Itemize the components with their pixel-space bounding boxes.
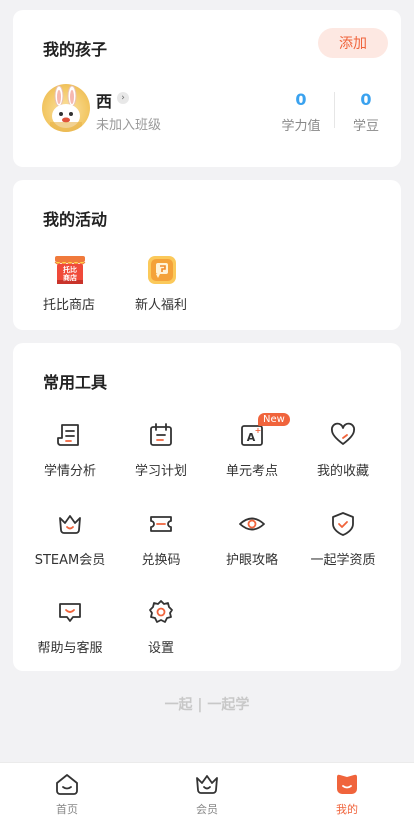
stat-value: 0 — [360, 90, 372, 109]
heart-icon — [331, 422, 355, 445]
tool-label: STEAM会员 — [34, 553, 106, 568]
nav-label: 会员 — [196, 803, 218, 816]
child-class-status: 未加入班级 — [96, 118, 162, 133]
eye-icon — [239, 517, 265, 531]
nav-item-mine[interactable]: 我的 — [317, 771, 377, 817]
nav-label: 首页 — [56, 803, 78, 816]
tool-label: 学习计划 — [134, 464, 187, 479]
stat-value: 0 — [295, 90, 307, 109]
common-tools-card: 常用工具 学情分析 学习计划 New A + 单元考点 我的收藏 STEAM会员… — [13, 343, 401, 671]
tool-qualification[interactable]: 一起学资质 — [299, 510, 387, 568]
ticket-icon — [150, 516, 172, 532]
report-icon — [57, 424, 79, 446]
gift-icon — [144, 252, 178, 286]
tool-unit-exam-points[interactable]: New A + 单元考点 — [208, 413, 296, 479]
stat-xueli[interactable]: 0 学力值 — [279, 90, 323, 134]
bottom-nav: 首页 会员 我的 — [0, 762, 414, 822]
tool-eye-care-guide[interactable]: 护眼攻略 — [208, 510, 296, 568]
bunny-avatar-icon — [50, 85, 82, 132]
my-activities-card: 我的活动 托比 商店 托比商店 新人福利 — [13, 180, 401, 330]
activity-label: 托比商店 — [42, 298, 95, 313]
stat-divider — [334, 92, 335, 128]
shop-icon-text-bottom: 商店 — [63, 273, 77, 282]
my-activities-title: 我的活动 — [43, 210, 108, 229]
tool-label: 护眼攻略 — [225, 553, 278, 568]
stat-label: 学豆 — [352, 119, 379, 134]
svg-text:+: + — [255, 426, 262, 435]
tool-study-plan[interactable]: 学习计划 — [117, 421, 205, 479]
activity-label: 新人福利 — [134, 298, 187, 313]
crown-icon — [196, 775, 218, 794]
stat-xuedou[interactable]: 0 学豆 — [350, 90, 382, 134]
add-child-button[interactable]: 添加 — [318, 28, 388, 58]
tool-label: 设置 — [147, 641, 174, 656]
tool-label: 学情分析 — [43, 464, 96, 479]
nav-label: 我的 — [336, 803, 358, 816]
tool-learning-analysis[interactable]: 学情分析 — [26, 421, 114, 479]
activity-item-newbie-welfare[interactable]: 新人福利 — [129, 252, 193, 313]
tool-label: 兑换码 — [141, 553, 181, 568]
tool-label: 帮助与客服 — [37, 641, 103, 656]
brand-logo: 一起 | 一起学 — [164, 697, 250, 713]
nav-item-membership[interactable]: 会员 — [177, 771, 237, 817]
child-name[interactable]: 西 — [96, 88, 112, 112]
shop-icon-text-top: 托比 — [63, 265, 77, 274]
tool-redeem-code[interactable]: 兑换码 — [117, 510, 205, 568]
my-child-title: 我的孩子 — [43, 40, 108, 59]
shop-icon: 托比 商店 — [52, 252, 86, 286]
new-badge: New — [258, 413, 290, 426]
tool-steam-membership[interactable]: STEAM会员 — [26, 510, 114, 568]
child-avatar[interactable] — [42, 84, 90, 132]
gear-icon — [149, 600, 173, 623]
tool-label: 单元考点 — [225, 464, 278, 479]
profile-icon — [337, 774, 357, 794]
my-child-card: 我的孩子 添加 西 › 未加入班级 0 学力值 0 学豆 — [13, 10, 401, 167]
tool-settings[interactable]: 设置 — [117, 598, 205, 656]
shield-icon — [332, 512, 354, 536]
stat-label: 学力值 — [281, 119, 321, 134]
tool-label: 我的收藏 — [316, 464, 369, 479]
nav-item-home[interactable]: 首页 — [37, 771, 97, 817]
tool-label: 一起学资质 — [310, 553, 376, 568]
activity-item-shop[interactable]: 托比 商店 托比商店 — [37, 252, 101, 313]
chevron-right-icon[interactable]: › — [117, 92, 129, 104]
crown-icon — [59, 515, 81, 534]
tool-help-support[interactable]: 帮助与客服 — [26, 598, 114, 656]
tool-my-favorites[interactable]: 我的收藏 — [299, 421, 387, 479]
chat-icon — [59, 603, 81, 622]
common-tools-title: 常用工具 — [43, 373, 108, 392]
calendar-icon — [150, 423, 172, 446]
home-icon — [56, 774, 78, 795]
